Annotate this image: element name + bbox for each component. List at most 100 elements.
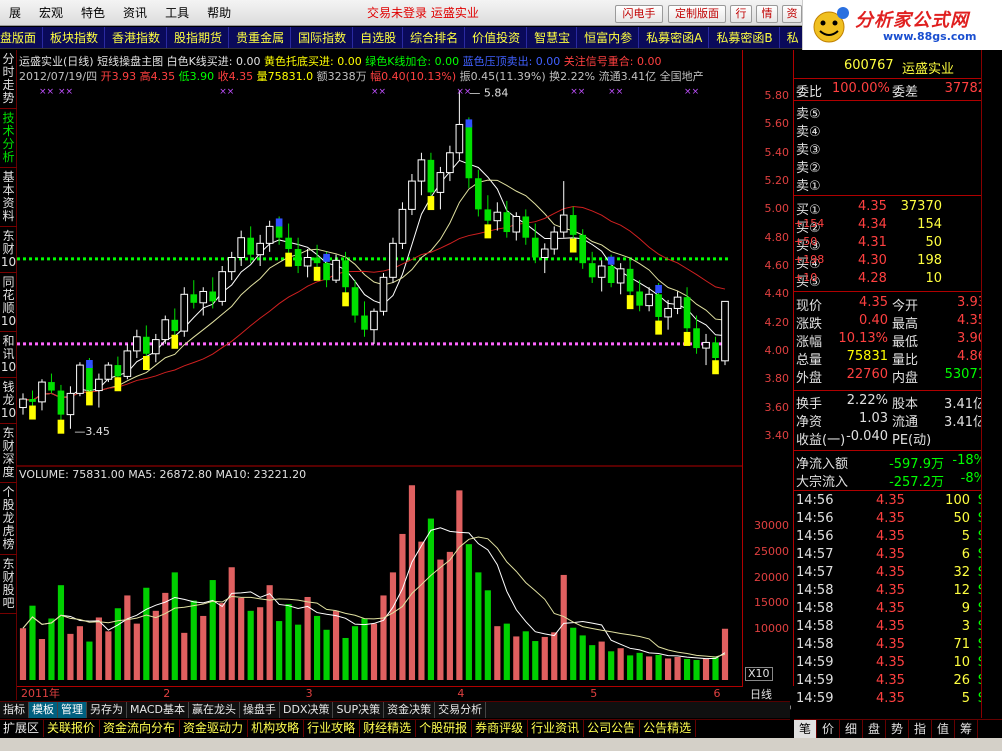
index-tab-4[interactable]: 贵重金属 xyxy=(229,27,292,48)
volume-bar[interactable] xyxy=(712,657,719,680)
index-tab-1[interactable]: 板块指数 xyxy=(43,27,106,48)
candle[interactable] xyxy=(626,258,634,310)
volume-bar[interactable] xyxy=(76,626,84,680)
candle[interactable] xyxy=(19,393,27,415)
candle[interactable] xyxy=(721,300,729,366)
left-tab-1[interactable]: 技术分析 xyxy=(0,109,17,168)
quote-tab-0[interactable]: 笔 xyxy=(794,720,817,738)
volume-bar[interactable] xyxy=(67,633,74,680)
menu-item-tools[interactable]: 工具 xyxy=(156,0,198,26)
kline-chart[interactable]: ×× ×× ×× ×× ×× ×× ×× ××— 5.84—3.45 xyxy=(17,50,743,686)
candle[interactable] xyxy=(389,237,397,283)
candle[interactable] xyxy=(588,251,596,283)
volume-bar[interactable] xyxy=(48,618,55,681)
volume-bar[interactable] xyxy=(162,592,169,680)
indicator-tab-8[interactable]: SUP决策 xyxy=(333,702,385,718)
info-button[interactable]: 资 xyxy=(782,5,802,23)
volume-bar[interactable] xyxy=(276,621,283,680)
index-tab-12[interactable]: 私募密函B xyxy=(709,27,780,48)
volume-bar[interactable] xyxy=(95,617,102,680)
volume-bar[interactable] xyxy=(351,626,359,680)
volume-bar[interactable] xyxy=(181,632,188,680)
volume-bar[interactable] xyxy=(636,652,643,680)
volume-bar[interactable] xyxy=(171,572,178,680)
index-tab-0[interactable]: 盘版面 xyxy=(0,27,44,48)
custom-layout-button[interactable]: 定制版面 xyxy=(668,5,726,23)
quote-tab-2[interactable]: 细 xyxy=(840,720,863,738)
volume-bar[interactable] xyxy=(323,629,330,680)
quote-panel-scrollbar[interactable] xyxy=(981,50,1002,718)
candle[interactable] xyxy=(227,251,236,281)
candle[interactable] xyxy=(66,386,75,429)
candle[interactable] xyxy=(616,263,625,295)
extension-tab-7[interactable]: 个股研报 xyxy=(416,720,473,737)
candle[interactable] xyxy=(673,291,682,315)
left-tab-5[interactable]: 和讯10 xyxy=(0,332,17,378)
quote-tab-6[interactable]: 值 xyxy=(932,720,955,738)
volume-bar[interactable] xyxy=(702,658,710,680)
volume-bar[interactable] xyxy=(86,641,93,680)
left-tab-3[interactable]: 东财10 xyxy=(0,227,17,273)
candle[interactable] xyxy=(427,152,435,211)
extension-tab-11[interactable]: 公告精选 xyxy=(640,720,697,737)
candle[interactable] xyxy=(323,251,330,288)
menu-item-news[interactable]: 资讯 xyxy=(114,0,156,26)
extension-tab-8[interactable]: 券商评级 xyxy=(472,720,529,737)
volume-bar[interactable] xyxy=(646,656,653,680)
volume-bar[interactable] xyxy=(522,631,529,680)
candle[interactable] xyxy=(218,266,227,306)
volume-bar[interactable] xyxy=(389,572,397,680)
index-tab-6[interactable]: 自选股 xyxy=(353,27,404,48)
volume-bar[interactable] xyxy=(589,645,596,680)
volume-bar[interactable] xyxy=(437,559,444,680)
extension-tab-9[interactable]: 行业资讯 xyxy=(528,720,585,737)
volume-bar[interactable] xyxy=(133,623,140,680)
candle[interactable] xyxy=(180,287,189,337)
quote-button-2[interactable]: 情 xyxy=(756,5,778,23)
candle[interactable] xyxy=(607,254,615,288)
volume-bar[interactable] xyxy=(228,567,235,680)
candle[interactable] xyxy=(579,229,587,269)
left-tab-4[interactable]: 同花顺10 xyxy=(0,273,17,332)
volume-bar[interactable] xyxy=(304,596,311,680)
candle[interactable] xyxy=(143,325,150,370)
candle[interactable] xyxy=(417,152,426,196)
candle[interactable] xyxy=(294,237,302,274)
volume-bar[interactable] xyxy=(257,607,264,680)
menu-item-special[interactable]: 特色 xyxy=(72,0,114,26)
candle[interactable] xyxy=(351,280,359,323)
candle[interactable] xyxy=(38,379,46,411)
index-tab-10[interactable]: 恒富内参 xyxy=(577,27,640,48)
quote-tab-3[interactable]: 盘 xyxy=(863,720,886,738)
volume-bar[interactable] xyxy=(370,623,378,680)
volume-bar[interactable] xyxy=(209,580,216,680)
volume-bar[interactable] xyxy=(456,490,463,680)
quote-button-1[interactable]: 行 xyxy=(730,5,752,23)
candle[interactable] xyxy=(683,287,691,346)
indicator-tab-5[interactable]: 赢在龙头 xyxy=(189,702,240,718)
candle[interactable] xyxy=(57,384,65,434)
volume-bar[interactable] xyxy=(342,637,349,680)
candle[interactable] xyxy=(664,299,672,330)
volume-bar[interactable] xyxy=(513,636,520,680)
quote-tab-7[interactable]: 筹 xyxy=(955,720,978,738)
candle[interactable] xyxy=(512,212,521,241)
index-tab-2[interactable]: 香港指数 xyxy=(105,27,168,48)
extension-tab-5[interactable]: 行业攻略 xyxy=(304,720,361,737)
quote-tab-1[interactable]: 价 xyxy=(817,720,840,738)
candle[interactable] xyxy=(29,390,36,420)
volume-bar[interactable] xyxy=(551,632,558,680)
candle[interactable] xyxy=(522,209,530,245)
volume-bar[interactable] xyxy=(408,485,416,680)
candle[interactable] xyxy=(303,249,312,278)
index-tab-9[interactable]: 智慧宝 xyxy=(527,27,578,48)
volume-bar[interactable] xyxy=(484,590,491,680)
zoom-x10-button[interactable]: X10 xyxy=(745,667,773,681)
volume-bar[interactable] xyxy=(446,551,453,680)
volume-bar[interactable] xyxy=(285,604,292,680)
volume-bar[interactable] xyxy=(124,595,131,680)
volume-bar[interactable] xyxy=(541,636,548,680)
index-tab-8[interactable]: 价值投资 xyxy=(465,27,528,48)
volume-bar[interactable] xyxy=(664,658,672,680)
index-tab-13[interactable]: 私 xyxy=(780,27,802,48)
